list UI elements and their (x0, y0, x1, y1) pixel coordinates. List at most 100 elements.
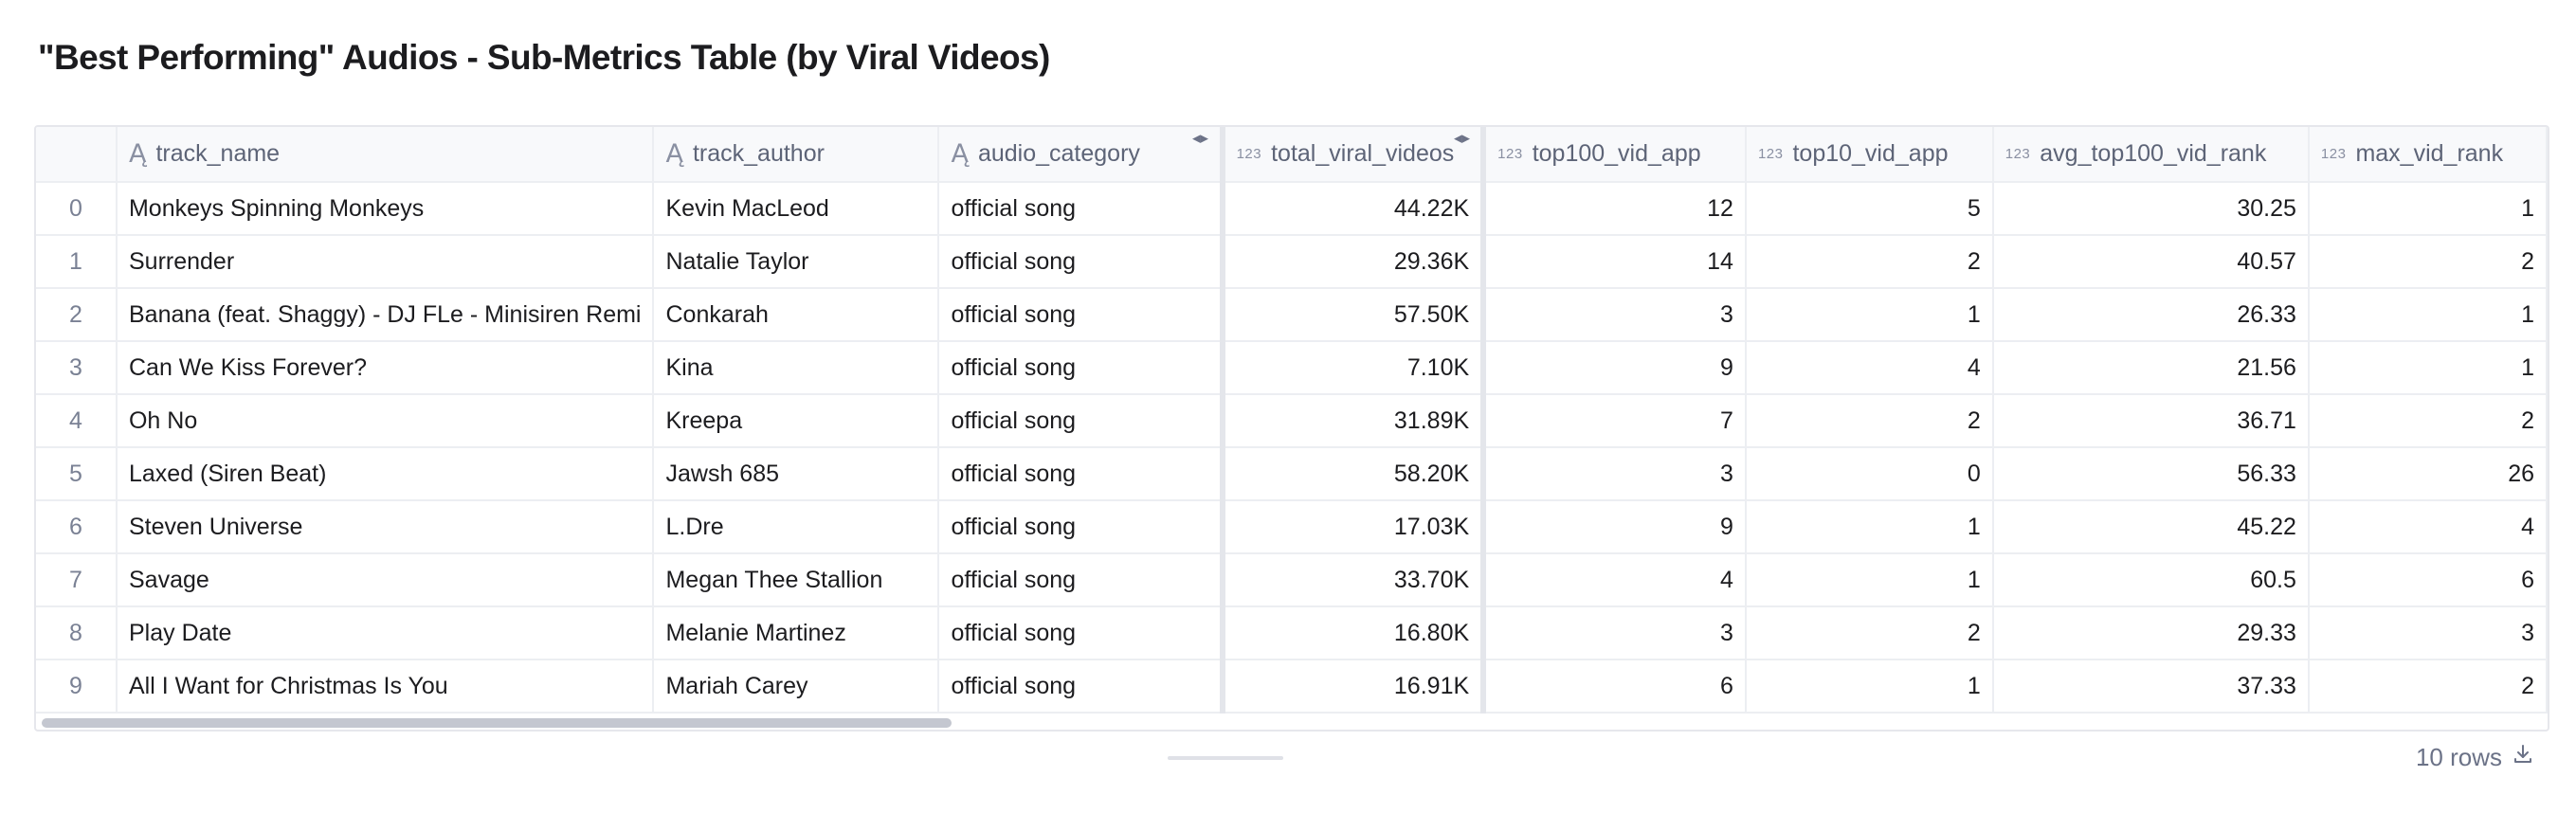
cell-max_vid_rank[interactable]: 26 (2308, 447, 2548, 501)
horizontal-scrollbar[interactable] (42, 718, 952, 728)
table-row[interactable]: 0 Monkeys Spinning Monkeys Kevin MacLeod of… (36, 182, 2548, 236)
cell-avg_top100_vid_rank[interactable]: 26.33 (1992, 288, 2310, 342)
cell-max_vid_rank[interactable]: 1 (2308, 288, 2548, 342)
cell-top100_vid_app[interactable]: 14 (1483, 235, 1747, 289)
column-resize-handle-icon[interactable]: ◂▸ (1454, 129, 1470, 148)
cell-total_viral_videos[interactable]: 33.70K (1222, 553, 1487, 607)
column-header-max_vid_rank[interactable]: 123 max_vid_rank (2308, 127, 2548, 183)
cell-track_author[interactable]: L.Dre (653, 500, 940, 554)
cell-total_viral_videos[interactable]: 31.89K (1222, 394, 1487, 448)
cell-avg_top100_vid_rank[interactable]: 40.57 (1992, 235, 2310, 289)
cell-track_name[interactable]: Can We Kiss Forever? (116, 341, 655, 395)
column-header-top100_vid_app[interactable]: 123 top100_vid_app (1483, 127, 1747, 183)
column-header-track_name[interactable]: Ątrack_name (116, 127, 655, 183)
cell-track_name[interactable]: Oh No (116, 394, 655, 448)
cell-avg_top100_vid_rank[interactable]: 37.33 (1992, 659, 2310, 714)
table-row[interactable]: 9 All I Want for Christmas Is You Mariah C… (36, 659, 2548, 714)
cell-top10_vid_app[interactable]: 2 (1745, 606, 1994, 660)
cell-top10_vid_app[interactable]: 2 (1745, 235, 1994, 289)
column-header-top10_vid_app[interactable]: 123 top10_vid_app (1745, 127, 1994, 183)
cell-max_vid_rank[interactable]: 1 (2308, 182, 2548, 236)
cell-audio_category[interactable]: official song (938, 659, 1225, 714)
cell-audio_category[interactable]: official song (938, 394, 1225, 448)
cell-audio_category[interactable]: official song (938, 341, 1225, 395)
cell-track_name[interactable]: Banana (feat. Shaggy) - DJ FLe - Minisir… (116, 288, 655, 342)
cell-track_author[interactable]: Kina (653, 341, 940, 395)
cell-max_vid_rank[interactable]: 3 (2308, 606, 2548, 660)
cell-top100_vid_app[interactable]: 7 (1483, 394, 1747, 448)
cell-top100_vid_app[interactable]: 3 (1483, 606, 1747, 660)
cell-total_viral_videos[interactable]: 16.91K (1222, 659, 1487, 714)
table-row[interactable]: 4 Oh No Kreepa official song 31.89K 7 2 36.71 2 (36, 394, 2548, 448)
cell-top100_vid_app[interactable]: 3 (1483, 288, 1747, 342)
cell-max_vid_rank[interactable]: 6 (2308, 553, 2548, 607)
cell-top10_vid_app[interactable]: 4 (1745, 341, 1994, 395)
column-header-avg_top100_vid_rank[interactable]: 123 avg_top100_vid_rank (1992, 127, 2310, 183)
cell-track_author[interactable]: Jawsh 685 (653, 447, 940, 501)
cell-track_author[interactable]: Melanie Martinez (653, 606, 940, 660)
cell-audio_category[interactable]: official song (938, 553, 1225, 607)
cell-avg_top100_vid_rank[interactable]: 21.56 (1992, 341, 2310, 395)
cell-top100_vid_app[interactable]: 3 (1483, 447, 1747, 501)
cell-top100_vid_app[interactable]: 4 (1483, 553, 1747, 607)
cell-top10_vid_app[interactable]: 5 (1745, 182, 1994, 236)
cell-track_name[interactable]: All I Want for Christmas Is You (116, 659, 655, 714)
table-row[interactable]: 2 Banana (feat. Shaggy) - DJ FLe - Minisi… (36, 288, 2548, 342)
column-header-total_viral_videos[interactable]: 123 total_viral_videos (1222, 127, 1487, 183)
cell-audio_category[interactable]: official song (938, 182, 1225, 236)
cell-audio_category[interactable]: official song (938, 500, 1225, 554)
cell-total_viral_videos[interactable]: 16.80K (1222, 606, 1487, 660)
cell-max_vid_rank[interactable]: 2 (2308, 394, 2548, 448)
cell-max_vid_rank[interactable]: 4 (2308, 500, 2548, 554)
column-header-audio_category[interactable]: Ąaudio_category (938, 127, 1225, 183)
cell-track_name[interactable]: Steven Universe (116, 500, 655, 554)
cell-track_name[interactable]: Surrender (116, 235, 655, 289)
cell-top100_vid_app[interactable]: 12 (1483, 182, 1747, 236)
cell-audio_category[interactable]: official song (938, 235, 1225, 289)
cell-total_viral_videos[interactable]: 29.36K (1222, 235, 1487, 289)
cell-top10_vid_app[interactable]: 0 (1745, 447, 1994, 501)
cell-avg_top100_vid_rank[interactable]: 29.33 (1992, 606, 2310, 660)
cell-top10_vid_app[interactable]: 1 (1745, 288, 1994, 342)
table-row[interactable]: 8 Play Date Melanie Martinez official song 1… (36, 606, 2548, 660)
download-icon[interactable] (2512, 743, 2534, 772)
cell-audio_category[interactable]: official song (938, 606, 1225, 660)
cell-avg_top100_vid_rank[interactable]: 30.25 (1992, 182, 2310, 236)
cell-track_name[interactable]: Monkeys Spinning Monkeys (116, 182, 655, 236)
cell-max_vid_rank[interactable]: 2 (2308, 235, 2548, 289)
cell-avg_top100_vid_rank[interactable]: 60.5 (1992, 553, 2310, 607)
cell-total_viral_videos[interactable]: 7.10K (1222, 341, 1487, 395)
cell-audio_category[interactable]: official song (938, 288, 1225, 342)
table-row[interactable]: 5 Laxed (Siren Beat) Jawsh 685 official son… (36, 447, 2548, 501)
cell-max_vid_rank[interactable]: 1 (2308, 341, 2548, 395)
cell-track_author[interactable]: Conkarah (653, 288, 940, 342)
cell-track_author[interactable]: Megan Thee Stallion (653, 553, 940, 607)
cell-top10_vid_app[interactable]: 2 (1745, 394, 1994, 448)
cell-audio_category[interactable]: official song (938, 447, 1225, 501)
cell-track_author[interactable]: Natalie Taylor (653, 235, 940, 289)
cell-track_author[interactable]: Mariah Carey (653, 659, 940, 714)
cell-top10_vid_app[interactable]: 1 (1745, 659, 1994, 714)
cell-track_name[interactable]: Laxed (Siren Beat) (116, 447, 655, 501)
cell-avg_top100_vid_rank[interactable]: 56.33 (1992, 447, 2310, 501)
cell-max_vid_rank[interactable]: 2 (2308, 659, 2548, 714)
cell-total_viral_videos[interactable]: 57.50K (1222, 288, 1487, 342)
cell-track_author[interactable]: Kevin MacLeod (653, 182, 940, 236)
cell-total_viral_videos[interactable]: 58.20K (1222, 447, 1487, 501)
table-row[interactable]: 1 Surrender Natalie Taylor official song 29.… (36, 235, 2548, 289)
column-resize-handle-icon[interactable]: ◂▸ (1192, 129, 1208, 148)
cell-avg_top100_vid_rank[interactable]: 45.22 (1992, 500, 2310, 554)
table-row[interactable]: 7 Savage Megan Thee Stallion official song 3… (36, 553, 2548, 607)
cell-top10_vid_app[interactable]: 1 (1745, 553, 1994, 607)
cell-avg_top100_vid_rank[interactable]: 36.71 (1992, 394, 2310, 448)
cell-top10_vid_app[interactable]: 1 (1745, 500, 1994, 554)
table-row[interactable]: 6 Steven Universe L.Dre official song 17.03K… (36, 500, 2548, 554)
cell-top100_vid_app[interactable]: 6 (1483, 659, 1747, 714)
cell-top100_vid_app[interactable]: 9 (1483, 341, 1747, 395)
column-header-track_author[interactable]: Ątrack_author (653, 127, 940, 183)
cell-total_viral_videos[interactable]: 44.22K (1222, 182, 1487, 236)
cell-track_author[interactable]: Kreepa (653, 394, 940, 448)
table-row[interactable]: 3 Can We Kiss Forever? Kina official song 7.… (36, 341, 2548, 395)
cell-top100_vid_app[interactable]: 9 (1483, 500, 1747, 554)
cell-track_name[interactable]: Savage (116, 553, 655, 607)
